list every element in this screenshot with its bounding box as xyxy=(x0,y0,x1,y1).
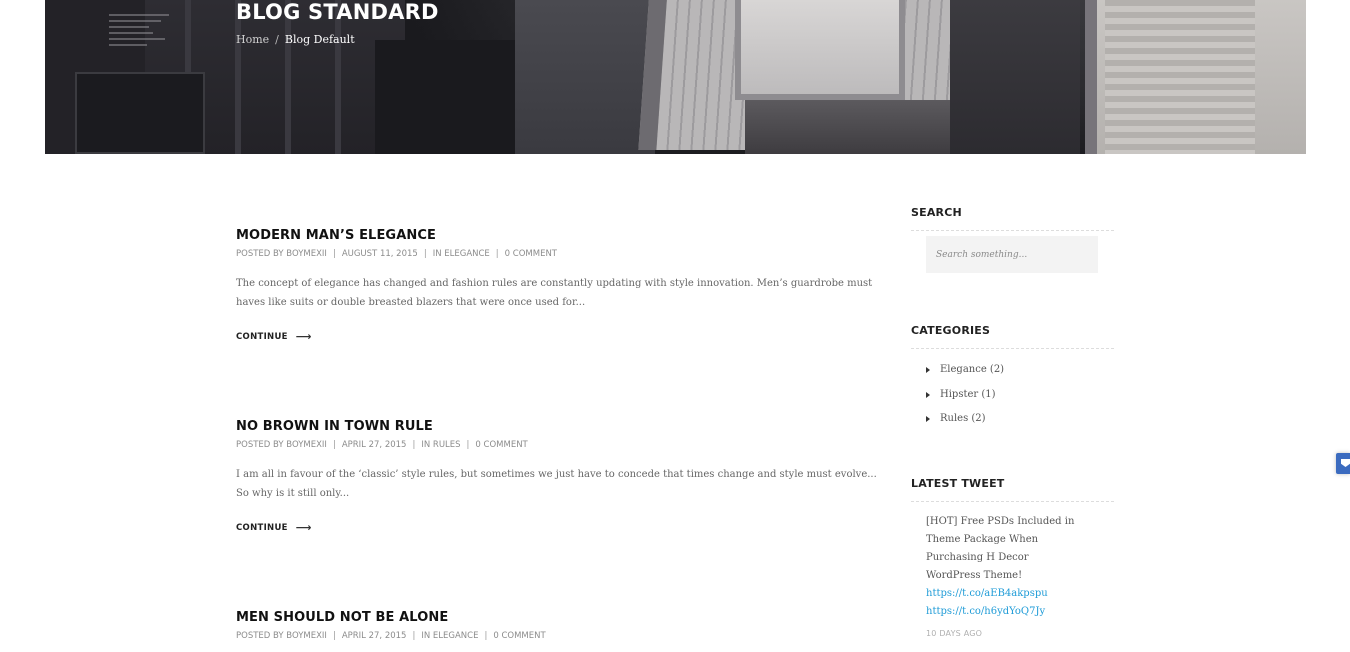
search-input[interactable] xyxy=(936,249,1088,260)
page-header-banner xyxy=(45,0,1306,154)
meta-separator: | xyxy=(332,440,336,450)
post-meta: POSTED BY BOYMEXII | APRIL 27, 2015 | IN RUL… xyxy=(236,439,886,451)
banner-sign-graphic xyxy=(109,10,179,60)
banner-building xyxy=(735,0,905,100)
post-excerpt: The concept of elegance has changed and … xyxy=(236,278,873,308)
post-meta: POSTED BY BOYMEXII | AUGUST 11, 2015 | IN EL… xyxy=(236,248,886,260)
continue-link[interactable]: CONTINUE ⟶ xyxy=(236,521,886,534)
tweet-text: [HOT] Free PSDs Included in Theme Packag… xyxy=(926,516,1075,581)
category-link[interactable]: Elegance (2) xyxy=(940,358,1004,383)
meta-separator: | xyxy=(466,440,470,450)
caret-right-icon xyxy=(926,391,930,398)
continue-label: CONTINUE xyxy=(236,523,288,533)
blog-post: MODERN MAN’S ELEGANCE POSTED BY BOYMEXII… xyxy=(236,228,886,342)
post-title-link[interactable]: MEN SHOULD NOT BE ALONE xyxy=(236,610,886,626)
page-title: BLOG STANDARD xyxy=(236,0,439,24)
post-category-link[interactable]: IN ELEGANCE xyxy=(421,631,478,641)
breadcrumb-separator: / xyxy=(275,33,279,46)
meta-separator: | xyxy=(332,249,336,259)
caret-right-icon xyxy=(926,416,930,423)
post-title-link[interactable]: MODERN MAN’S ELEGANCE xyxy=(236,228,886,244)
post-author-link[interactable]: POSTED BY BOYMEXII xyxy=(236,249,327,259)
bookmark-icon xyxy=(1341,459,1350,467)
post-category-link[interactable]: IN RULES xyxy=(421,440,460,450)
categories-widget: CATEGORIES Elegance (2) Hipster (1) Rule… xyxy=(911,324,1114,432)
banner-building xyxy=(515,0,655,154)
post-comments-link[interactable]: 0 COMMENT xyxy=(505,249,557,259)
category-link[interactable]: Hipster (1) xyxy=(940,383,996,408)
post-date-link[interactable]: APRIL 27, 2015 xyxy=(342,440,407,450)
long-arrow-right-icon: ⟶ xyxy=(295,521,312,534)
post-comments-link[interactable]: 0 COMMENT xyxy=(493,631,545,641)
breadcrumb-home-link[interactable]: Home xyxy=(236,32,269,48)
continue-label: CONTINUE xyxy=(236,332,288,342)
post-category-link[interactable]: IN ELEGANCE xyxy=(433,249,490,259)
post-meta: POSTED BY BOYMEXII | APRIL 27, 2015 | IN ELE… xyxy=(236,630,886,642)
category-item[interactable]: Elegance (2) xyxy=(926,358,1114,383)
tweet-link[interactable]: https://t.co/aEB4akpspu xyxy=(926,585,1086,603)
meta-separator: | xyxy=(332,631,336,641)
category-item[interactable]: Hipster (1) xyxy=(926,383,1114,408)
category-list: Elegance (2) Hipster (1) Rules (2) xyxy=(911,358,1114,432)
banner-building xyxy=(75,72,205,154)
tweet-link[interactable]: https://t.co/h6ydYoQ7Jy xyxy=(926,603,1086,621)
widget-title: LATEST TWEET xyxy=(911,477,1114,502)
tweet-timestamp: 10 DAYS AGO xyxy=(926,629,983,638)
latest-tweet-widget: LATEST TWEET [HOT] Free PSDs Included in… xyxy=(911,477,1114,638)
post-author-link[interactable]: POSTED BY BOYMEXII xyxy=(236,631,327,641)
blog-post: NO BROWN IN TOWN RULE POSTED BY BOYMEXII… xyxy=(236,419,886,533)
post-date-link[interactable]: APRIL 27, 2015 xyxy=(342,631,407,641)
widget-title: SEARCH xyxy=(911,206,1114,231)
banner-building xyxy=(950,0,1080,154)
caret-right-icon xyxy=(926,367,930,374)
post-author-link[interactable]: POSTED BY BOYMEXII xyxy=(236,440,327,450)
category-item[interactable]: Rules (2) xyxy=(926,407,1114,432)
meta-separator: | xyxy=(484,631,488,641)
post-comments-link[interactable]: 0 COMMENT xyxy=(475,440,527,450)
post-date-link[interactable]: AUGUST 11, 2015 xyxy=(342,249,418,259)
meta-separator: | xyxy=(412,631,416,641)
search-box xyxy=(926,236,1098,273)
post-excerpt: I am all in favour of the ‘classic’ styl… xyxy=(236,469,877,499)
tweet: [HOT] Free PSDs Included in Theme Packag… xyxy=(911,502,1086,638)
banner-building xyxy=(1085,0,1306,154)
meta-separator: | xyxy=(423,249,427,259)
search-widget: SEARCH xyxy=(911,206,1114,273)
category-link[interactable]: Rules (2) xyxy=(940,407,986,432)
meta-separator: | xyxy=(412,440,416,450)
post-title-link[interactable]: NO BROWN IN TOWN RULE xyxy=(236,419,886,435)
meta-separator: | xyxy=(495,249,499,259)
blog-post: MEN SHOULD NOT BE ALONE POSTED BY BOYMEX… xyxy=(236,610,886,642)
widget-title: CATEGORIES xyxy=(911,324,1114,349)
floating-edge-tab[interactable] xyxy=(1336,453,1350,474)
long-arrow-right-icon: ⟶ xyxy=(295,330,312,343)
breadcrumb: Home / Blog Default xyxy=(236,32,355,48)
banner-building xyxy=(375,40,515,154)
breadcrumb-current: Blog Default xyxy=(284,33,355,46)
continue-link[interactable]: CONTINUE ⟶ xyxy=(236,330,886,343)
